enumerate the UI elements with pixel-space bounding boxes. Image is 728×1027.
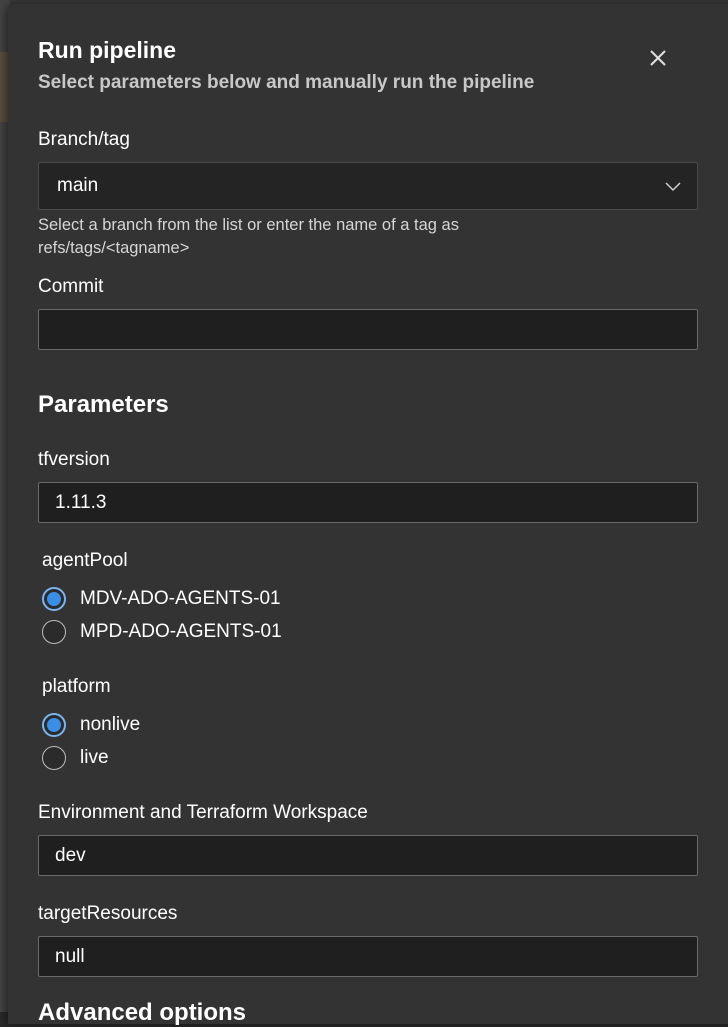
agentpool-label: agentPool xyxy=(42,550,128,572)
radio-button[interactable] xyxy=(42,746,66,770)
radio-button[interactable] xyxy=(42,620,66,644)
agentpool-option-mpd[interactable]: MPD-ADO-AGENTS-01 xyxy=(42,617,282,647)
branch-label: Branch/tag xyxy=(38,129,130,151)
branch-value: main xyxy=(57,175,98,196)
platform-option-label: nonlive xyxy=(80,714,140,736)
targetresources-label: targetResources xyxy=(38,903,177,925)
dialog-subtitle: Select parameters below and manually run… xyxy=(38,72,534,94)
radio-button-checked[interactable] xyxy=(42,587,66,611)
platform-option-nonlive[interactable]: nonlive xyxy=(42,710,140,740)
run-pipeline-panel: Run pipeline Select parameters below and… xyxy=(8,4,728,1024)
tfversion-label: tfversion xyxy=(38,449,110,471)
platform-label: platform xyxy=(42,676,111,698)
agentpool-option-mdv[interactable]: MDV-ADO-AGENTS-01 xyxy=(42,584,281,614)
commit-input[interactable] xyxy=(38,309,698,350)
radio-button-checked[interactable] xyxy=(42,713,66,737)
chevron-down-icon xyxy=(665,178,681,194)
platform-option-label: live xyxy=(80,747,109,769)
advanced-options-heading: Advanced options xyxy=(38,999,246,1027)
branch-help-text: Select a branch from the list or enter t… xyxy=(38,214,598,260)
parameters-heading: Parameters xyxy=(38,391,169,419)
dialog-title: Run pipeline xyxy=(38,37,176,64)
environment-label: Environment and Terraform Workspace xyxy=(38,802,368,824)
close-icon[interactable] xyxy=(644,44,672,72)
agentpool-option-label: MDV-ADO-AGENTS-01 xyxy=(80,588,281,610)
branch-dropdown[interactable]: main xyxy=(38,162,698,210)
environment-input[interactable] xyxy=(38,835,698,876)
platform-option-live[interactable]: live xyxy=(42,743,109,773)
targetresources-input[interactable] xyxy=(38,936,698,977)
agentpool-option-label: MPD-ADO-AGENTS-01 xyxy=(80,621,282,643)
commit-label: Commit xyxy=(38,276,103,298)
tfversion-input[interactable] xyxy=(38,482,698,523)
